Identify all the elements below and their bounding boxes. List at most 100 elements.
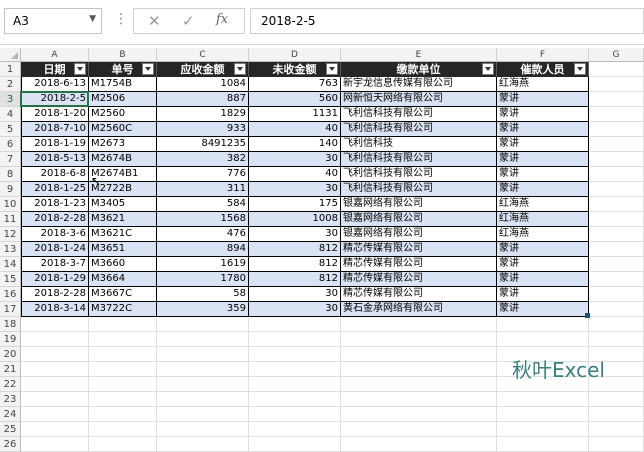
table-cell[interactable]: 红海燕: [497, 77, 589, 92]
row-header[interactable]: 17: [0, 302, 21, 317]
column-header-e[interactable]: E: [341, 48, 497, 62]
table-cell[interactable]: 311: [157, 182, 249, 197]
table-cell[interactable]: 2018-7-10: [21, 122, 89, 137]
table-cell[interactable]: 1131: [249, 107, 341, 122]
table-cell[interactable]: 精芯传媒有限公司: [341, 242, 497, 257]
table-cell[interactable]: 8491235: [157, 137, 249, 152]
table-cell[interactable]: 382: [157, 152, 249, 167]
row-header[interactable]: 20: [0, 347, 21, 362]
column-header-g[interactable]: G: [589, 48, 644, 62]
table-cell[interactable]: 飞利信科技有限公司: [341, 167, 497, 182]
column-header-d[interactable]: D: [249, 48, 341, 62]
filter-dropdown-icon[interactable]: [74, 63, 86, 75]
table-cell[interactable]: 蒙讲: [497, 137, 589, 152]
table-cell[interactable]: M2506: [89, 92, 157, 107]
table-cell[interactable]: 2018-1-25: [21, 182, 89, 197]
row-header[interactable]: 26: [0, 437, 21, 452]
table-cell[interactable]: 30: [249, 302, 341, 317]
row-header[interactable]: 10: [0, 197, 21, 212]
row-header[interactable]: 16: [0, 287, 21, 302]
table-cell[interactable]: 1008: [249, 212, 341, 227]
table-cell[interactable]: 银嘉网络有限公司: [341, 227, 497, 242]
enter-icon[interactable]: ✓: [182, 12, 195, 30]
table-header-cell[interactable]: 催款人员: [497, 62, 589, 77]
table-cell[interactable]: 精芯传媒有限公司: [341, 287, 497, 302]
table-cell[interactable]: 812: [249, 257, 341, 272]
table-cell[interactable]: 40: [249, 122, 341, 137]
row-header[interactable]: 15: [0, 272, 21, 287]
table-cell[interactable]: 2018-6-13: [21, 77, 89, 92]
table-cell[interactable]: M3651: [89, 242, 157, 257]
table-cell[interactable]: 精芯传媒有限公司: [341, 257, 497, 272]
table-cell[interactable]: 2018-1-19: [21, 137, 89, 152]
row-header[interactable]: 1: [0, 62, 21, 77]
table-cell[interactable]: 812: [249, 272, 341, 287]
table-cell[interactable]: 黄石金承网络有限公司: [341, 302, 497, 317]
row-header[interactable]: 7: [0, 152, 21, 167]
table-cell[interactable]: 蒙讲: [497, 257, 589, 272]
name-box[interactable]: A3 ▼: [4, 8, 102, 34]
table-cell[interactable]: 30: [249, 287, 341, 302]
table-cell[interactable]: 蒙讲: [497, 272, 589, 287]
chevron-down-icon[interactable]: ▼: [89, 14, 96, 24]
table-cell[interactable]: M2560: [89, 107, 157, 122]
formula-input[interactable]: 2018-2-5: [250, 8, 644, 34]
table-cell[interactable]: 30: [249, 182, 341, 197]
table-cell[interactable]: 网新恒天网络有限公司: [341, 92, 497, 107]
table-cell[interactable]: 58: [157, 287, 249, 302]
filter-dropdown-icon[interactable]: [326, 63, 338, 75]
table-header-cell[interactable]: 未收金额: [249, 62, 341, 77]
table-cell[interactable]: 飞利信科技有限公司: [341, 107, 497, 122]
table-cell[interactable]: 蒙讲: [497, 182, 589, 197]
table-cell[interactable]: M2674B: [89, 152, 157, 167]
table-cell[interactable]: 飞利信科技有限公司: [341, 152, 497, 167]
more-options-icon[interactable]: ⋮: [114, 11, 128, 27]
table-cell[interactable]: 2018-1-20: [21, 107, 89, 122]
table-header-cell[interactable]: 缴款单位: [341, 62, 497, 77]
table-cell[interactable]: 新宇龙信息传媒有限公司: [341, 77, 497, 92]
filter-dropdown-icon[interactable]: [574, 63, 586, 75]
table-cell[interactable]: 2018-1-24: [21, 242, 89, 257]
table-cell[interactable]: M3667C: [89, 287, 157, 302]
row-header[interactable]: 24: [0, 407, 21, 422]
row-header[interactable]: 6: [0, 137, 21, 152]
table-cell[interactable]: 2018-2-5: [21, 92, 89, 107]
table-cell[interactable]: 776: [157, 167, 249, 182]
select-all-button[interactable]: [0, 48, 21, 62]
table-header-cell[interactable]: 日期: [21, 62, 89, 77]
table-cell[interactable]: 812: [249, 242, 341, 257]
table-cell[interactable]: 30: [249, 227, 341, 242]
table-cell[interactable]: 887: [157, 92, 249, 107]
table-cell[interactable]: 2018-3-14: [21, 302, 89, 317]
row-header[interactable]: 13: [0, 242, 21, 257]
table-cell[interactable]: M3660: [89, 257, 157, 272]
table-resize-handle[interactable]: [585, 313, 590, 318]
table-cell[interactable]: 红海燕: [497, 227, 589, 242]
table-cell[interactable]: 2018-3-7: [21, 257, 89, 272]
table-cell[interactable]: M3664: [89, 272, 157, 287]
table-cell[interactable]: 蒙讲: [497, 302, 589, 317]
table-cell[interactable]: 银嘉网络有限公司: [341, 197, 497, 212]
row-header[interactable]: 23: [0, 392, 21, 407]
filter-dropdown-icon[interactable]: [142, 63, 154, 75]
table-cell[interactable]: 30: [249, 152, 341, 167]
table-cell[interactable]: 蒙讲: [497, 92, 589, 107]
table-cell[interactable]: 894: [157, 242, 249, 257]
table-cell[interactable]: 2018-1-29: [21, 272, 89, 287]
table-cell[interactable]: M2560C: [89, 122, 157, 137]
row-header[interactable]: 8: [0, 167, 21, 182]
row-header[interactable]: 19: [0, 332, 21, 347]
table-cell[interactable]: 2018-3-6: [21, 227, 89, 242]
table-cell[interactable]: 蒙讲: [497, 287, 589, 302]
table-cell[interactable]: 763: [249, 77, 341, 92]
table-cell[interactable]: 584: [157, 197, 249, 212]
table-cell[interactable]: 飞利信科技: [341, 137, 497, 152]
table-cell[interactable]: 476: [157, 227, 249, 242]
table-cell[interactable]: 蒙讲: [497, 242, 589, 257]
table-cell[interactable]: 2018-5-13: [21, 152, 89, 167]
column-header-c[interactable]: C: [157, 48, 249, 62]
column-header-b[interactable]: B: [89, 48, 157, 62]
column-header-a[interactable]: A: [21, 48, 89, 62]
row-header[interactable]: 18: [0, 317, 21, 332]
table-cell[interactable]: 1780: [157, 272, 249, 287]
